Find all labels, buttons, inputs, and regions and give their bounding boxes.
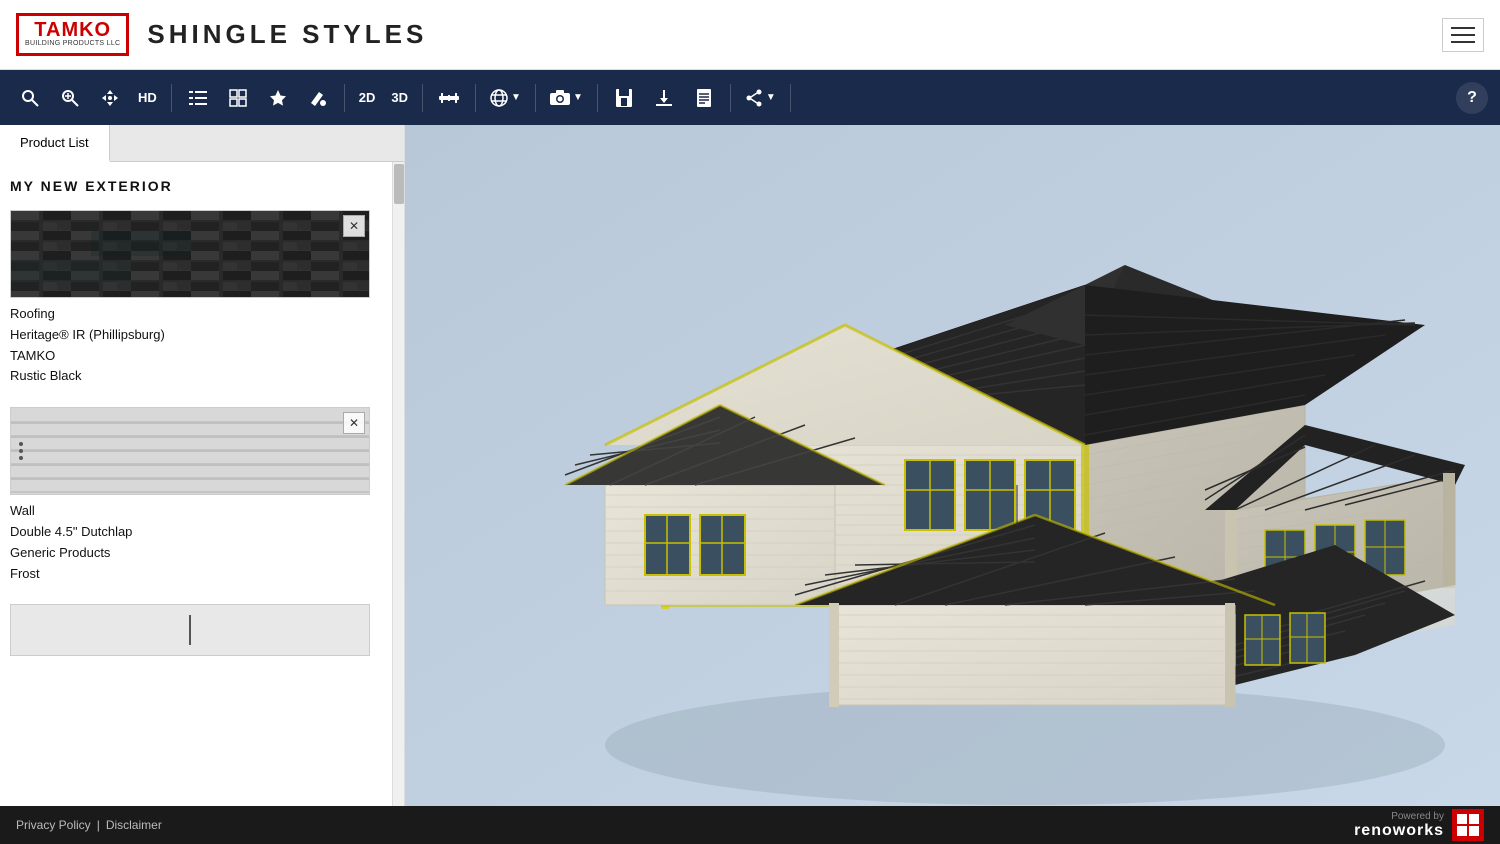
renoworks-icon: [1452, 809, 1484, 841]
separator-7: [730, 84, 731, 112]
handle-dot-3: [19, 456, 23, 460]
product-image-roofing[interactable]: ✕: [10, 210, 370, 298]
hamburger-menu[interactable]: [1442, 18, 1484, 52]
separator-8: [790, 84, 791, 112]
list-button[interactable]: [180, 80, 216, 116]
view-2d-button[interactable]: 2D: [353, 90, 382, 105]
product-info-wall: Wall Double 4.5" Dutchlap Generic Produc…: [10, 501, 394, 584]
sidebar: Product List MY NEW EXTERIOR: [0, 125, 405, 806]
favorite-button[interactable]: [260, 80, 296, 116]
product-color-wall: Frost: [10, 564, 394, 585]
toolbar: HD 2D 3D ▼ ▼ ▼ ?: [0, 70, 1500, 125]
paint-button[interactable]: [300, 80, 336, 116]
view-3d-button[interactable]: 3D: [385, 90, 414, 105]
handle-dot-1: [19, 442, 23, 446]
hd-button[interactable]: HD: [132, 90, 163, 105]
scroll-thumb: [394, 164, 404, 204]
separator-6: [597, 84, 598, 112]
disclaimer-link[interactable]: Disclaimer: [106, 818, 162, 832]
logo[interactable]: TAMKO BUILDING PRODUCTS LLC: [16, 13, 129, 55]
language-dropdown[interactable]: ▼: [484, 89, 527, 107]
document-button[interactable]: [686, 80, 722, 116]
measure-button[interactable]: [431, 80, 467, 116]
logo-subtitle: BUILDING PRODUCTS LLC: [25, 40, 120, 48]
partial-indicator: [189, 615, 191, 645]
handle-dot-2: [19, 449, 23, 453]
separator-1: [171, 84, 172, 112]
3d-viewport[interactable]: [405, 125, 1500, 806]
download-button[interactable]: [646, 80, 682, 116]
sidebar-content: MY NEW EXTERIOR: [0, 162, 404, 806]
hamburger-line-2: [1451, 34, 1475, 36]
product-brand-wall: Generic Products: [10, 543, 394, 564]
product-name-wall: Double 4.5" Dutchlap: [10, 522, 394, 543]
remove-wall-button[interactable]: ✕: [343, 412, 365, 434]
wall-handle: [19, 442, 23, 460]
language-arrow: ▼: [511, 92, 521, 103]
tab-bar: Product List: [0, 125, 404, 162]
footer-separator: |: [97, 818, 100, 832]
renoworks-logo-text: renoworks: [1354, 822, 1444, 840]
hamburger-line-3: [1451, 41, 1475, 43]
product-image-wall[interactable]: ✕: [10, 407, 370, 495]
main-content: Product List MY NEW EXTERIOR: [0, 125, 1500, 806]
section-title: MY NEW EXTERIOR: [10, 178, 394, 194]
separator-2: [344, 84, 345, 112]
house-3d-view: [405, 125, 1500, 806]
app-header: TAMKO BUILDING PRODUCTS LLC SHINGLE STYL…: [0, 0, 1500, 70]
camera-arrow: ▼: [573, 92, 583, 103]
help-button[interactable]: ?: [1456, 82, 1488, 114]
product-type-wall: Wall: [10, 501, 394, 522]
logo-tamko: TAMKO: [34, 20, 111, 40]
product-image-partial[interactable]: [10, 604, 370, 656]
footer-links: Privacy Policy | Disclaimer: [16, 818, 162, 832]
powered-by-text: Powered by: [1391, 811, 1444, 822]
powered-by-section: Powered by renoworks: [1354, 809, 1484, 841]
product-card-partial: [10, 604, 394, 656]
camera-dropdown[interactable]: ▼: [544, 90, 589, 106]
sidebar-scrollbar[interactable]: [392, 162, 404, 806]
tab-product-list[interactable]: Product List: [0, 125, 110, 162]
separator-5: [535, 84, 536, 112]
product-name-roofing: Heritage® IR (Phillipsburg): [10, 325, 394, 346]
save-button[interactable]: [606, 80, 642, 116]
product-card-roofing: ✕ Roofing Heritage® IR (Phillipsburg) TA…: [10, 210, 394, 387]
product-brand-roofing: TAMKO: [10, 346, 394, 367]
share-arrow: ▼: [766, 92, 776, 103]
move-button[interactable]: [92, 80, 128, 116]
search-button[interactable]: [12, 80, 48, 116]
separator-4: [475, 84, 476, 112]
privacy-policy-link[interactable]: Privacy Policy: [16, 818, 91, 832]
hamburger-line-1: [1451, 27, 1475, 29]
compare-button[interactable]: [220, 80, 256, 116]
zoom-in-button[interactable]: [52, 80, 88, 116]
app-title: SHINGLE STYLES: [147, 19, 427, 50]
product-color-roofing: Rustic Black: [10, 366, 394, 387]
footer: Privacy Policy | Disclaimer Powered by r…: [0, 806, 1500, 844]
product-type-roofing: Roofing: [10, 304, 394, 325]
product-info-roofing: Roofing Heritage® IR (Phillipsburg) TAMK…: [10, 304, 394, 387]
remove-roofing-button[interactable]: ✕: [343, 215, 365, 237]
share-dropdown[interactable]: ▼: [739, 89, 782, 107]
product-card-wall: ✕ Wall Double 4.5" Dutchlap Generic Prod…: [10, 407, 394, 584]
separator-3: [422, 84, 423, 112]
